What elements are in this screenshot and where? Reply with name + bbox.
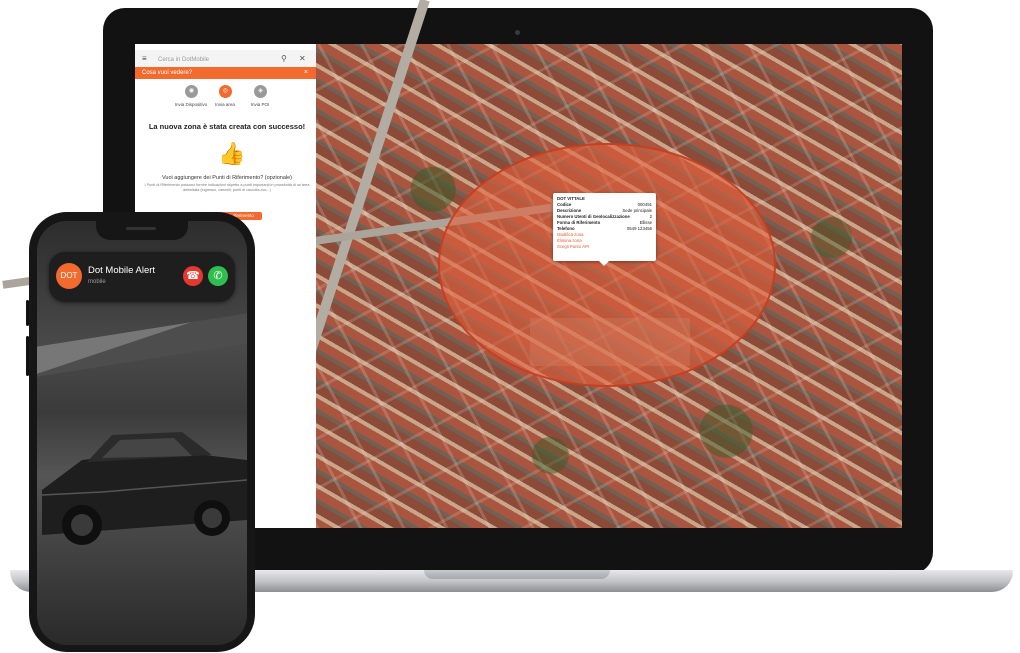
- option-label: Invia area: [215, 102, 235, 107]
- accept-call-button[interactable]: ✆: [208, 266, 228, 286]
- optional-description: I Punti di Riferimento possono fornire i…: [144, 183, 310, 192]
- caller-type: mobile: [88, 279, 106, 285]
- option-label: Invia Dispositivo: [174, 102, 208, 107]
- panel-banner[interactable]: Cosa vuoi vedere? ×: [135, 67, 316, 79]
- optional-title: Vuoi aggiungere dei Punti di Riferimento…: [161, 175, 293, 181]
- choose-point-link[interactable]: Scegli Punto API: [557, 244, 652, 250]
- success-message: La nuova zona è stata creata con success…: [148, 122, 306, 131]
- area-option-icon[interactable]: ◎: [219, 85, 232, 98]
- phone-side-button: [26, 300, 29, 326]
- phone-speaker: [126, 227, 156, 230]
- caller-avatar: DOT: [56, 263, 82, 289]
- car-image: [42, 432, 247, 545]
- close-icon[interactable]: ✕: [299, 54, 306, 63]
- phone-accept-icon: ✆: [213, 270, 223, 282]
- caller-name: Dot Mobile Alert: [88, 265, 156, 276]
- search-icon[interactable]: ⚲: [281, 54, 287, 63]
- close-banner-icon[interactable]: ×: [304, 68, 308, 77]
- decline-call-button[interactable]: ☎: [183, 266, 203, 286]
- poi-option-icon[interactable]: ◈: [254, 85, 267, 98]
- laptop-camera: [515, 30, 520, 35]
- laptop-base-notch: [424, 570, 610, 579]
- thumbs-up-icon: 👍: [218, 141, 246, 166]
- device-option-icon[interactable]: ◉: [185, 85, 198, 98]
- option-label: Invia POI: [250, 102, 270, 107]
- phone-side-button: [26, 336, 29, 376]
- phone-decline-icon: ☎: [186, 270, 200, 282]
- banner-text: Cosa vuoi vedere?: [142, 70, 193, 76]
- zone-info-popup: DOT VITTALE Codice 000491 Descrizione Sede…: [553, 193, 656, 266]
- search-input[interactable]: Cerca in DotMobile: [158, 56, 278, 64]
- phone-notch: [96, 221, 188, 240]
- menu-icon[interactable]: ≡: [142, 55, 147, 63]
